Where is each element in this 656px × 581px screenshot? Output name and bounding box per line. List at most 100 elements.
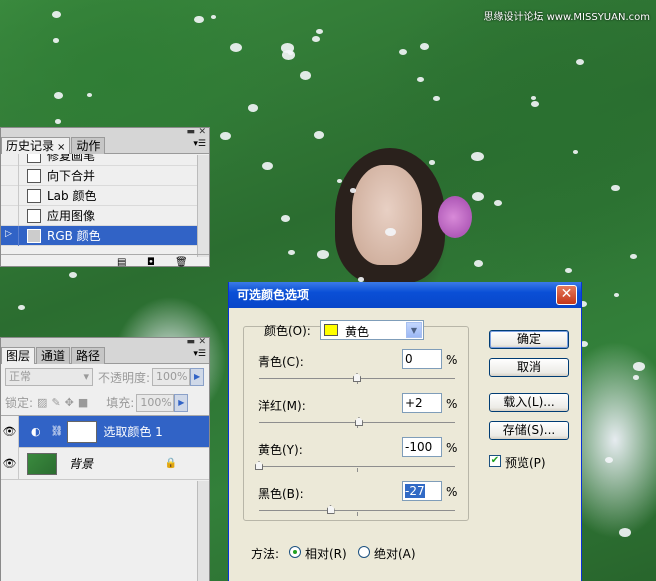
grass-flower [314,131,325,139]
grass-flower [53,38,60,43]
eye-icon[interactable]: 👁 [1,415,19,448]
layer-row-background[interactable]: 👁 背景 🔒 [1,447,209,480]
close-icon[interactable]: × [57,142,65,153]
layer-mask-thumbnail[interactable] [67,420,98,443]
grass-flower [605,457,614,464]
tab-layers[interactable]: 图层 [1,347,36,364]
ok-button[interactable]: 确定 [489,330,569,349]
preview-checkbox[interactable]: ✔ [489,455,501,467]
grass-flower [230,43,243,53]
layer-row-selective-color[interactable]: 👁 ◐ ⛓ 选取颜色 1 [1,415,209,448]
snapshot-checkbox[interactable] [1,154,19,166]
panel-menu-icon[interactable]: ▾☰ [193,349,206,359]
grass-flower [52,11,62,18]
blend-mode-value: 正常 [9,370,31,383]
lock-move-icon[interactable]: ✥ [65,396,74,409]
magenta-label: 洋红(M): [258,399,306,413]
magenta-input[interactable]: +2 [402,393,442,413]
tab-channels[interactable]: 通道 [36,347,71,364]
load-button[interactable]: 载入(L)... [489,393,569,412]
eye-icon[interactable]: 👁 [1,447,19,480]
grass-flower [494,200,502,206]
close-button[interactable]: ✕ [556,285,577,305]
grass-flower [474,260,484,268]
absolute-label[interactable]: 绝对(A) [374,545,416,562]
close-icon[interactable]: ✕ [198,128,206,137]
lock-brush-icon[interactable]: ✎ [51,396,60,409]
grass-flower [399,49,408,56]
history-item-label: Lab 颜色 [47,189,97,203]
opacity-input[interactable]: 100% [152,368,191,386]
history-item-selected[interactable]: ▷ RGB 颜色 [1,225,197,246]
colors-select[interactable]: 黄色 ▼ [320,320,424,340]
chevron-down-icon[interactable]: ▼ [406,322,422,338]
history-item[interactable]: Lab 颜色 [1,185,197,206]
absolute-radio[interactable] [358,546,370,558]
history-scrollbar[interactable] [197,155,209,257]
grass-flower [54,92,63,99]
model-face [352,165,422,265]
trash-icon[interactable]: 🗑 [175,257,188,268]
relative-label[interactable]: 相对(R) [305,545,347,562]
grass-flower [55,119,62,124]
history-item[interactable]: 修复画笔 [1,154,197,166]
dialog-title: 可选颜色选项 [237,288,310,302]
selective-color-dialog: 可选颜色选项 ✕ 颜色(O): 黄色 ▼ 青色(C): 0 % 洋红(M): +… [228,282,582,581]
minimize-icon[interactable]: ▬ [186,338,195,347]
history-tabs: 历史记录 × 动作 ▾☰ [1,137,209,154]
panel-menu-icon[interactable]: ▾☰ [193,139,206,149]
yellow-unit: % [446,441,458,455]
grass-flower [312,36,320,42]
colors-label: 颜色(O): [264,324,311,338]
lock-all-icon[interactable]: ■ [78,396,88,409]
yellow-value: -100 [405,440,433,454]
history-state-marker[interactable]: ▷ [1,225,19,246]
relative-radio[interactable] [289,546,301,558]
tab-actions[interactable]: 动作 [71,137,106,154]
fill-input[interactable]: 100% [136,393,175,412]
preview-label[interactable]: 预览(P) [505,454,546,471]
tab-paths[interactable]: 路径 [71,347,106,364]
grass-flower [194,16,204,24]
yellow-slider-track[interactable] [259,466,455,467]
minimize-icon[interactable]: ▬ [186,128,195,137]
snapshot-checkbox[interactable] [1,165,19,186]
black-slider-track[interactable] [259,510,455,511]
grass-flower [87,93,92,97]
lock-icon: 🔒 [164,458,177,469]
dialog-titlebar[interactable]: 可选颜色选项 ✕ [229,282,581,308]
snapshot-checkbox[interactable] [1,185,19,206]
grass-flower [316,29,324,35]
yellow-slider-tick [357,468,358,472]
grass-flower [630,254,637,260]
grass-flower [531,101,539,107]
yellow-label: 黄色(Y): [258,443,303,457]
snapshot-checkbox[interactable] [1,205,19,226]
link-chain-icon: ⛓ [50,426,64,437]
watermark: 思缘设计论坛 www.MISSYUAN.com [483,12,650,23]
cyan-unit: % [446,353,458,367]
fill-arrow-icon[interactable]: ▶ [174,393,189,412]
yellow-input[interactable]: -100 [402,437,442,457]
lock-label: 锁定: [5,396,34,410]
document-icon [27,168,41,183]
opacity-arrow-icon[interactable]: ▶ [190,368,205,386]
camera-icon[interactable]: ◘ [147,257,155,268]
cyan-label: 青色(C): [258,355,304,369]
new-document-icon[interactable]: ▤ [117,257,126,268]
close-icon[interactable]: ✕ [198,338,206,347]
tab-history[interactable]: 历史记录 × [1,137,71,154]
layers-scrollbar[interactable] [197,481,209,581]
history-item[interactable]: 向下合并 [1,165,197,186]
panel-topbar: ▬ ✕ [1,338,209,347]
black-slider-tick [357,512,358,516]
black-input[interactable]: -27 [402,481,442,501]
blend-mode-select[interactable]: 正常 ▾ [5,368,93,386]
hair-flower [438,196,472,238]
cancel-button[interactable]: 取消 [489,358,569,377]
cyan-input[interactable]: 0 [402,349,442,369]
lock-transparency-icon[interactable]: ▨ [37,396,47,409]
save-button[interactable]: 存储(S)... [489,421,569,440]
black-label: 黑色(B): [258,487,304,501]
history-item[interactable]: 应用图像 [1,205,197,226]
